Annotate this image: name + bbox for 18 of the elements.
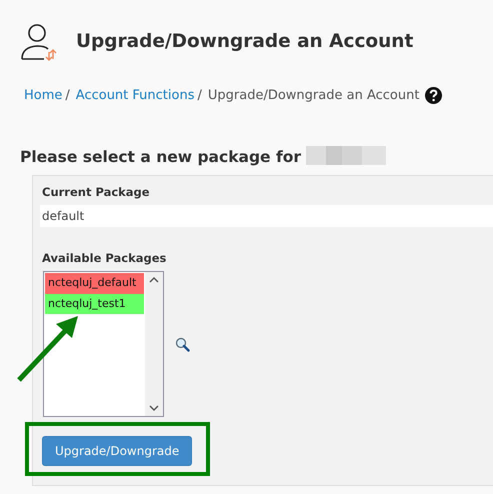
form-heading: Please select a new package for — [20, 148, 302, 166]
upgrade-downgrade-button[interactable]: Upgrade/Downgrade — [42, 436, 192, 466]
current-package-value: default — [40, 205, 493, 227]
search-icon[interactable] — [175, 336, 190, 352]
breadcrumb-current: Upgrade/Downgrade an Account — [208, 87, 420, 105]
help-icon[interactable] — [425, 87, 442, 104]
package-listbox[interactable]: ncteqluj_default ncteqluj_test1 — [43, 271, 164, 418]
field-label: Current Package — [42, 184, 151, 201]
scroll-up-icon[interactable] — [149, 276, 159, 284]
breadcrumb-separator: / — [65, 87, 70, 105]
package-option[interactable]: ncteqluj_default — [45, 273, 144, 294]
field-label: Available Packages — [42, 250, 168, 267]
breadcrumb-link[interactable]: Home — [24, 86, 62, 106]
package-option[interactable]: ncteqluj_test1 — [45, 294, 144, 314]
page-title: Upgrade/Downgrade an Account — [76, 30, 414, 54]
breadcrumb-separator: / — [197, 87, 202, 105]
breadcrumb-link[interactable]: Account Functions — [76, 86, 194, 106]
scroll-down-icon[interactable] — [149, 405, 159, 412]
